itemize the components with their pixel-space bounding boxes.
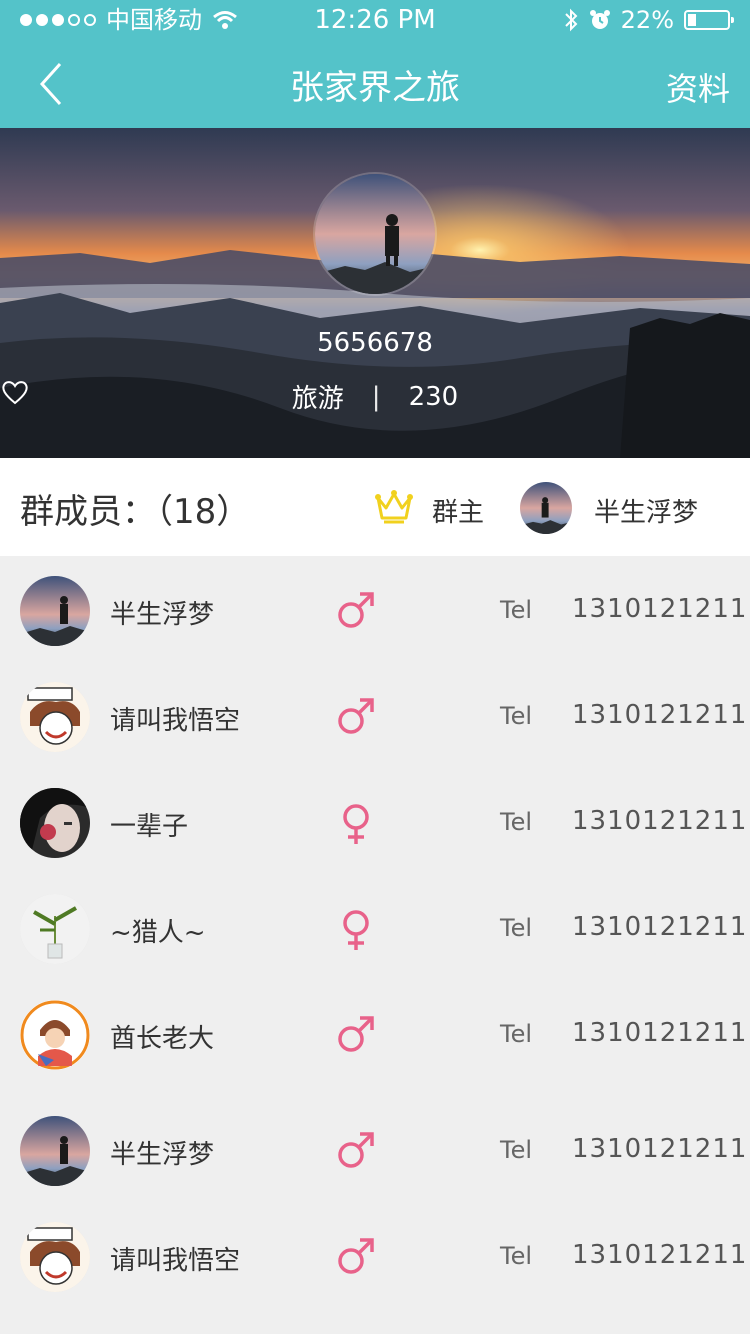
member-avatar[interactable]: [20, 788, 90, 858]
member-name: ~猎人~: [110, 918, 206, 948]
member-row[interactable]: 半生浮梦 Tel 1310121211: [0, 1096, 750, 1202]
member-name: 一辈子: [110, 812, 189, 842]
members-label: 群成员：: [20, 492, 156, 532]
tel-label: Tel: [500, 1136, 533, 1164]
tel-label: Tel: [500, 702, 533, 730]
page-title: 张家界之旅: [290, 68, 460, 108]
likes-count: 230: [408, 381, 459, 412]
member-phone[interactable]: 1310121211: [572, 594, 747, 624]
female-icon: [336, 908, 376, 950]
member-avatar[interactable]: [20, 576, 90, 646]
status-bar: 中国移动 12:26 PM 22%: [0, 0, 750, 40]
tel-label: Tel: [500, 1020, 533, 1048]
member-phone[interactable]: 1310121211: [572, 1018, 747, 1048]
battery-fill: [688, 14, 696, 26]
owner-label: 群主: [432, 498, 485, 528]
member-row[interactable]: 请叫我悟空 Tel 1310121211: [0, 662, 750, 768]
member-list: 半生浮梦 Tel 1310121211 请叫我悟空 Tel 1310121211 一辈子 Te…: [0, 556, 750, 1308]
group-page: 中国移动 12:26 PM 22% 张家界之旅 资料 5656678 旅游 | …: [0, 0, 750, 1334]
male-icon: [336, 590, 376, 630]
male-icon: [336, 696, 376, 736]
member-name: 酋长老大: [110, 1024, 215, 1054]
battery-percent: 22%: [620, 6, 674, 34]
bluetooth-icon: [564, 8, 578, 32]
member-phone[interactable]: 1310121211: [572, 912, 747, 942]
male-icon: [336, 1014, 376, 1054]
member-phone[interactable]: 1310121211: [572, 1134, 747, 1164]
tel-label: Tel: [500, 596, 533, 624]
member-name: 请叫我悟空: [110, 1246, 241, 1276]
top-bar: 中国移动 12:26 PM 22% 张家界之旅 资料: [0, 0, 750, 128]
owner-avatar[interactable]: [520, 482, 572, 534]
tel-label: Tel: [500, 808, 533, 836]
member-avatar[interactable]: [20, 1116, 90, 1186]
profile-button[interactable]: 资料: [666, 64, 730, 110]
female-icon: [336, 802, 376, 844]
male-icon: [336, 1130, 376, 1170]
member-row[interactable]: 半生浮梦 Tel 1310121211: [0, 556, 750, 662]
owner-name[interactable]: 半生浮梦: [594, 492, 698, 529]
members-count: （18）: [156, 492, 251, 532]
member-row[interactable]: 一辈子 Tel 1310121211: [0, 768, 750, 874]
crown-icon: [375, 490, 413, 524]
member-avatar[interactable]: [20, 894, 90, 964]
member-phone[interactable]: 1310121211: [572, 806, 747, 836]
alarm-icon: [589, 10, 610, 29]
member-avatar[interactable]: [20, 682, 90, 752]
heart-icon[interactable]: [0, 378, 30, 406]
members-header: 群成员：（18） 群主 半生浮梦: [0, 458, 750, 556]
member-row[interactable]: ~猎人~ Tel 1310121211: [0, 874, 750, 980]
members-count-label: 群成员：（18）: [20, 484, 250, 533]
group-id: 5656678: [317, 328, 433, 358]
member-phone[interactable]: 1310121211: [572, 1240, 747, 1270]
group-meta: 旅游 | 230: [0, 378, 750, 415]
meta-separator: |: [371, 381, 381, 412]
battery-icon: [684, 10, 734, 30]
tel-label: Tel: [500, 1242, 533, 1270]
owner-avatar-image: [520, 482, 572, 534]
status-right: 22%: [563, 0, 734, 40]
group-avatar[interactable]: [315, 174, 435, 294]
member-row[interactable]: 酋长老大 Tel 1310121211: [0, 980, 750, 1096]
member-avatar[interactable]: [20, 1222, 90, 1292]
member-row[interactable]: 请叫我悟空 Tel 1310121211: [0, 1202, 750, 1308]
member-phone[interactable]: 1310121211: [572, 700, 747, 730]
group-tag: 旅游: [291, 384, 344, 414]
tel-label: Tel: [500, 914, 533, 942]
member-name: 请叫我悟空: [110, 706, 241, 736]
member-name: 半生浮梦: [110, 600, 215, 630]
male-icon: [336, 1236, 376, 1276]
hero-banner: 5656678 旅游 | 230: [0, 128, 750, 458]
group-avatar-image: [315, 174, 435, 294]
member-name: 半生浮梦: [110, 1140, 215, 1170]
nav-bar: 张家界之旅 资料: [0, 40, 750, 128]
member-avatar[interactable]: [20, 1000, 90, 1070]
